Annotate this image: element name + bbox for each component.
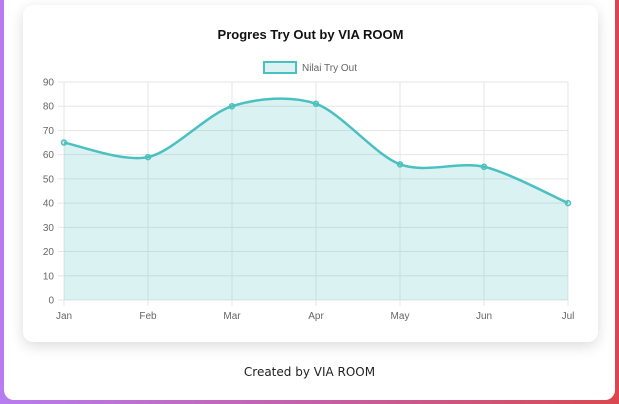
y-tick-label: 60	[43, 150, 55, 161]
legend-swatch	[263, 61, 297, 74]
x-tick-label: Jun	[476, 311, 492, 322]
x-tick-label: Mar	[223, 311, 241, 322]
x-tick-label: Jan	[56, 311, 72, 322]
data-point	[564, 199, 572, 207]
data-point	[312, 100, 320, 108]
line-chart: 0 10 20 30 40 50 60 70 80 90 Jan Feb Mar Apr May Jun Jul…	[43, 61, 575, 322]
y-tick-label: 40	[43, 199, 55, 210]
x-tick-label: Apr	[308, 311, 324, 322]
series-area-fill	[64, 98, 568, 300]
y-tick-label: 80	[43, 102, 55, 113]
data-point	[396, 161, 404, 168]
legend-label: Nilai Try Out	[302, 63, 357, 74]
x-tick-label: May	[391, 311, 410, 322]
data-point	[144, 153, 152, 161]
data-point	[228, 102, 236, 110]
data-point	[480, 163, 488, 171]
x-tick-label: Jul	[562, 311, 575, 322]
y-tick-label: 0	[48, 296, 54, 307]
y-tick-label: 20	[43, 247, 55, 258]
data-point	[60, 139, 68, 146]
y-tick-label: 70	[43, 126, 55, 137]
y-tick-label: 30	[43, 223, 55, 234]
y-tick-label: 50	[43, 174, 55, 185]
y-tick-label: 90	[43, 78, 55, 89]
x-tick-label: Feb	[139, 311, 157, 322]
y-tick-label: 10	[43, 271, 55, 282]
